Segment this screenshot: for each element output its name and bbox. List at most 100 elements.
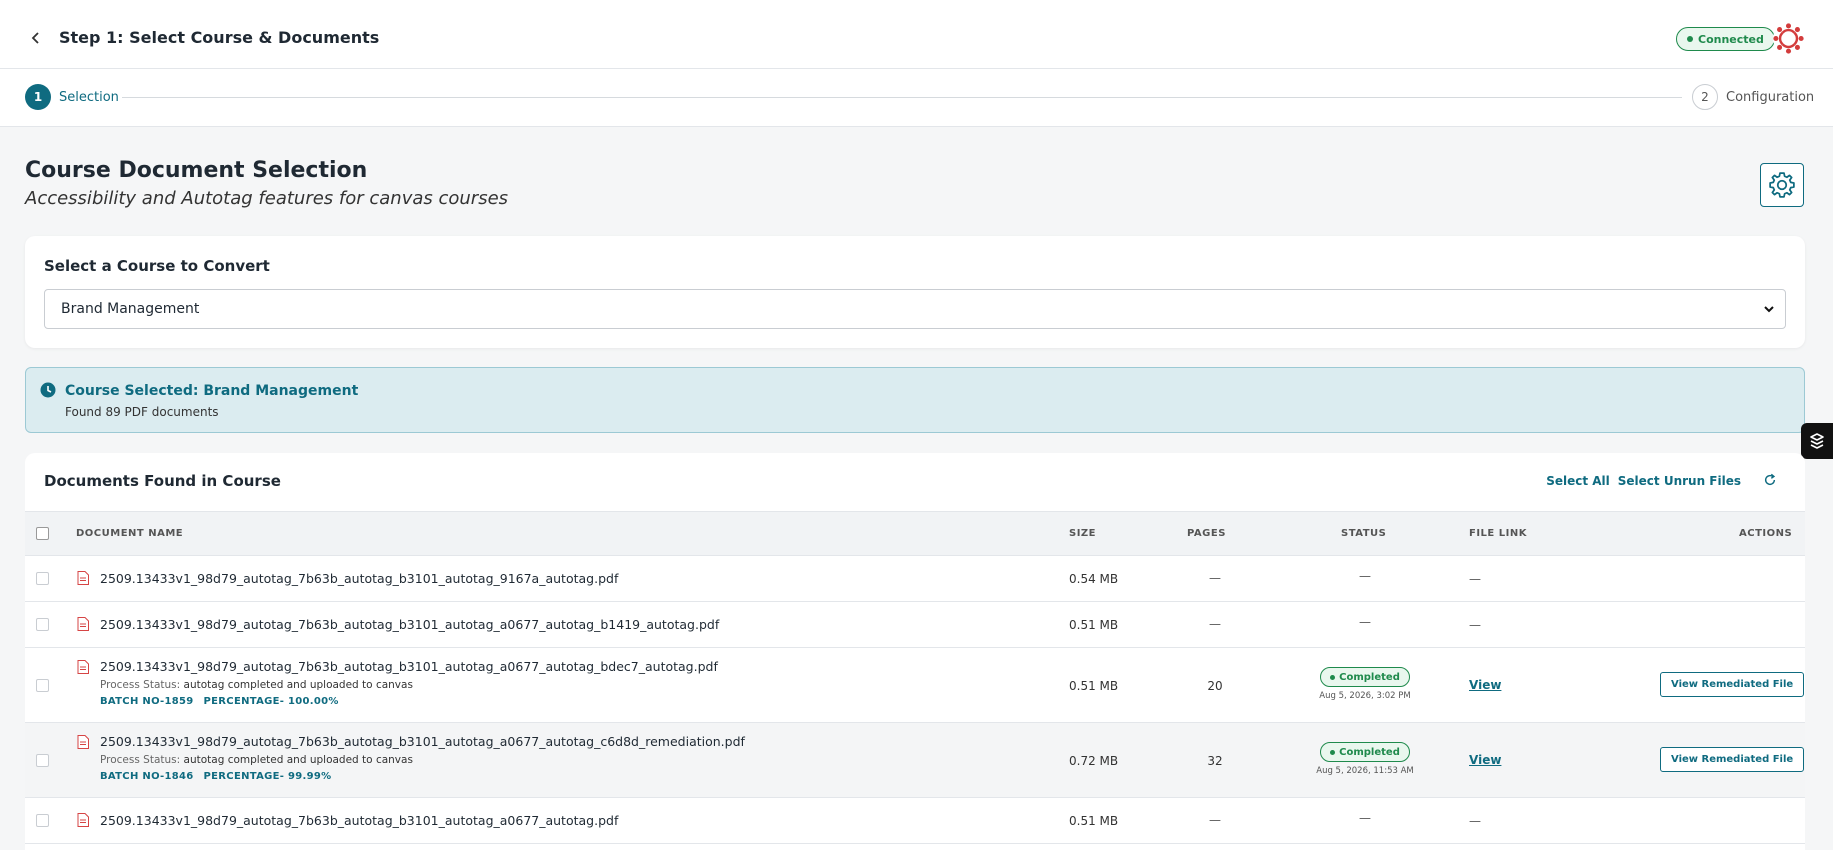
stepper-connector [122,97,1682,98]
step-1-indicator[interactable]: 1 [25,84,51,110]
document-size: 0.51 MB [1069,814,1119,828]
select-all-checkbox[interactable] [36,527,49,540]
course-dropdown[interactable]: Brand Management [44,289,1786,329]
status-label: Completed [1339,746,1400,758]
document-file-link: — [1469,572,1481,586]
connection-status-label: Connected [1698,32,1764,46]
course-select-card: Select a Course to Convert Brand Managem… [25,236,1805,348]
column-header-status[interactable]: STATUS [1341,528,1386,539]
column-header-pages[interactable]: PAGES [1187,528,1226,539]
chevron-left-icon [31,32,39,44]
status-dot-icon [1330,674,1336,680]
refresh-icon [1764,473,1776,486]
batch-percentage: PERCENTAGE- 99.99% [203,771,332,782]
document-pages: 20 [1207,679,1223,693]
document-pages: — [1209,813,1221,827]
status-date: Aug 5, 2026, 3:02 PM [1319,691,1411,701]
document-name[interactable]: 2509.13433v1_98d79_autotag_7b63b_autotag… [100,659,718,674]
documents-actions: Select All Select Unrun Files [1546,473,1779,489]
status-dot-icon [1687,36,1693,42]
document-file-link: — [1469,618,1481,632]
view-remediated-file-button[interactable]: View Remediated File [1660,672,1805,697]
step-1-label[interactable]: Selection [59,90,119,105]
view-file-link[interactable]: View [1469,678,1501,692]
clock-icon [40,382,56,398]
document-name[interactable]: 2509.13433v1_98d79_autotag_7b63b_autotag… [100,571,618,586]
top-header: Step 1: Select Course & Documents Connec… [0,0,1833,69]
banner-title: Course Selected: Brand Management [65,383,359,399]
back-button[interactable] [26,28,46,48]
step-2-indicator[interactable]: 2 [1692,84,1718,110]
column-header-size[interactable]: SIZE [1069,528,1096,539]
table-row[interactable]: 2509.13433v1_98d79_autotag_7b63b_autotag… [25,602,1805,648]
document-file-link: — [1469,814,1481,828]
row-checkbox[interactable] [36,679,49,692]
connection-status-badge: Connected [1676,27,1775,51]
column-header-file-link: FILE LINK [1469,528,1527,539]
row-checkbox[interactable] [36,618,49,631]
document-name[interactable]: 2509.13433v1_98d79_autotag_7b63b_autotag… [100,813,618,828]
row-checkbox[interactable] [36,572,49,585]
status-badge: Completed [1320,667,1410,687]
row-checkbox[interactable] [36,814,49,827]
column-header-actions: ACTIONS [1739,528,1793,539]
document-status: — [1359,569,1371,583]
refresh-button[interactable] [1763,473,1779,489]
document-size: 0.72 MB [1069,754,1119,768]
progress-stepper: 1 Selection 2 Configuration [0,69,1833,127]
documents-card: Documents Found in Course Select All Sel… [25,453,1805,850]
assistant-logo-icon [1810,433,1824,449]
course-selected-banner: Course Selected: Brand Management Found … [25,367,1805,433]
pdf-file-icon [77,660,89,674]
header-title: Step 1: Select Course & Documents [59,28,380,47]
document-status: — [1359,615,1371,629]
table-header: DOCUMENT NAME SIZE PAGES STATUS FILE LIN… [25,511,1805,556]
document-status: — [1359,811,1371,825]
table-row[interactable]: 2509.13433v1_98d79_autotag_7b63b_autotag… [25,723,1805,798]
process-status-line: Process Status: autotag completed and up… [100,754,413,766]
documents-table: DOCUMENT NAME SIZE PAGES STATUS FILE LIN… [25,511,1805,844]
documents-title: Documents Found in Course [44,472,281,490]
document-pages: — [1209,571,1221,585]
view-file-link[interactable]: View [1469,753,1501,767]
chevron-down-icon [1764,306,1774,313]
course-select-label: Select a Course to Convert [44,257,270,275]
pdf-file-icon [77,813,89,827]
column-header-name[interactable]: DOCUMENT NAME [76,528,183,539]
batch-percentage: PERCENTAGE- 100.00% [203,696,339,707]
document-status: Completed Aug 5, 2026, 3:02 PM [1305,667,1425,701]
document-size: 0.54 MB [1069,572,1119,586]
batch-number: BATCH NO-1859 [100,696,194,707]
process-status-label: Process Status: [100,754,181,766]
row-checkbox[interactable] [36,754,49,767]
document-name[interactable]: 2509.13433v1_98d79_autotag_7b63b_autotag… [100,617,719,632]
document-name[interactable]: 2509.13433v1_98d79_autotag_7b63b_autotag… [100,734,745,749]
pdf-file-icon [77,617,89,631]
select-all-button[interactable]: Select All [1546,474,1610,488]
table-row[interactable]: 2509.13433v1_98d79_autotag_7b63b_autotag… [25,648,1805,723]
document-pages: 32 [1207,754,1223,768]
status-badge: Completed [1320,742,1410,762]
select-unrun-files-button[interactable]: Select Unrun Files [1618,474,1741,488]
table-row[interactable]: 2509.13433v1_98d79_autotag_7b63b_autotag… [25,556,1805,602]
process-status-value: autotag completed and uploaded to canvas [183,754,413,766]
page-title: Course Document Selection [25,158,368,183]
batch-number: BATCH NO-1846 [100,771,194,782]
page-subtitle: Accessibility and Autotag features for c… [25,188,509,209]
status-date: Aug 5, 2026, 11:53 AM [1316,766,1414,776]
gear-icon [1769,172,1795,198]
status-label: Completed [1339,671,1400,683]
batch-info: BATCH NO-1846 PERCENTAGE- 99.99% [100,771,331,782]
settings-button[interactable] [1760,163,1804,207]
table-row[interactable]: 2509.13433v1_98d79_autotag_7b63b_autotag… [25,798,1805,844]
process-status-label: Process Status: [100,679,181,691]
assistant-widget-button[interactable] [1801,423,1833,459]
canvas-logo-avatar[interactable] [1772,22,1805,55]
document-pages: — [1209,617,1221,631]
step-2-label[interactable]: Configuration [1726,90,1814,105]
document-size: 0.51 MB [1069,618,1119,632]
pdf-file-icon [77,735,89,749]
document-status: Completed Aug 5, 2026, 11:53 AM [1305,742,1425,776]
pdf-file-icon [77,571,89,585]
view-remediated-file-button[interactable]: View Remediated File [1660,747,1805,772]
